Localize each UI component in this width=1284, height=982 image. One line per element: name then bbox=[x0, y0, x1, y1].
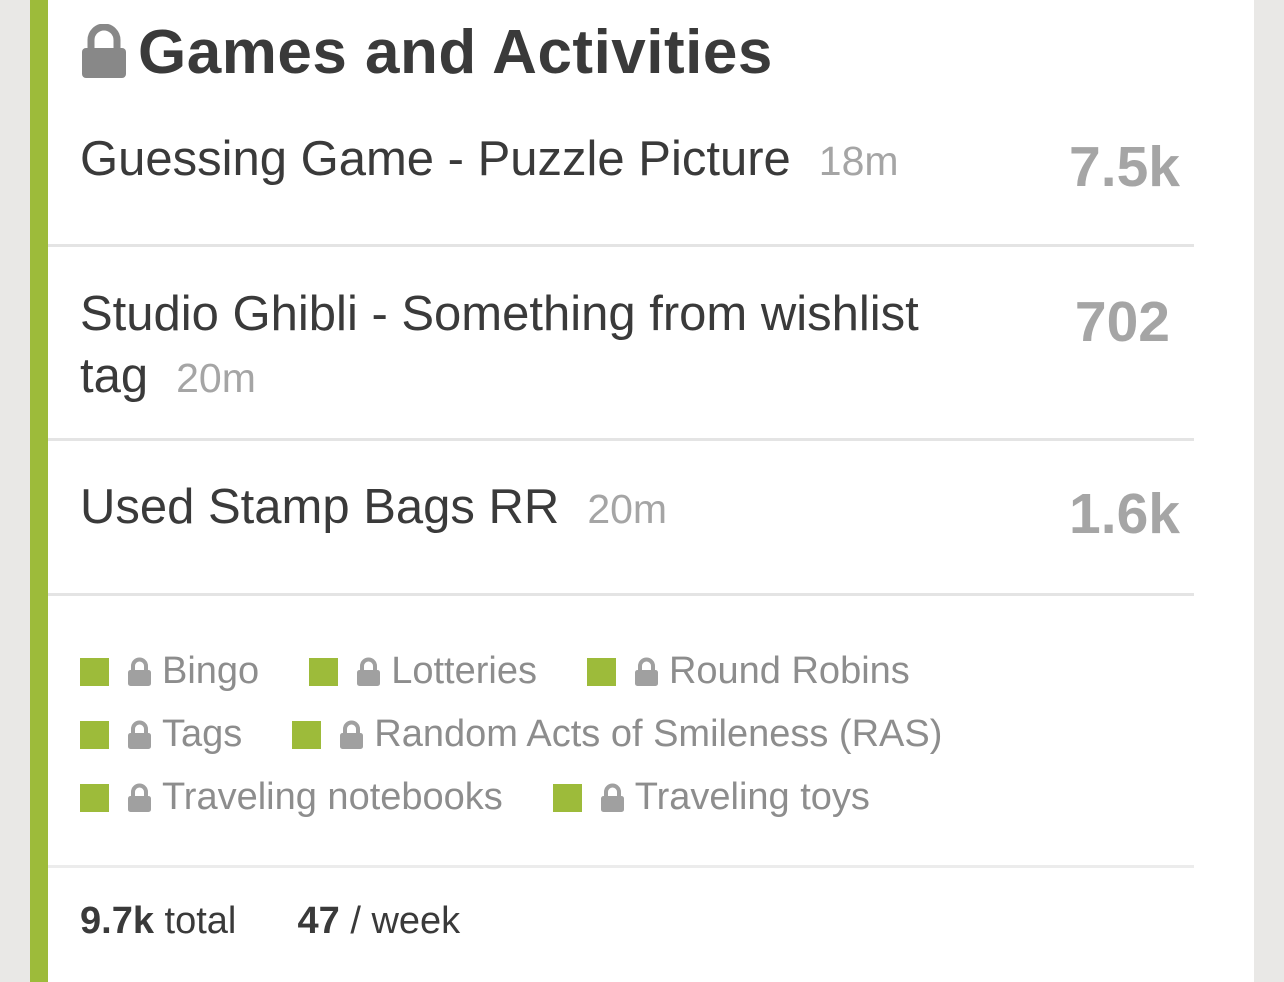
lock-icon bbox=[634, 657, 658, 686]
subcategory-round-robins[interactable]: Round Robins bbox=[586, 650, 910, 693]
lock-icon bbox=[357, 657, 381, 686]
subcategory-list: Bingo Lotteries Round Robins Tags Random… bbox=[80, 640, 1180, 829]
subcategory-label: Tags bbox=[162, 713, 243, 755]
category-color-swatch bbox=[80, 720, 109, 749]
weekly-posts-label: / week bbox=[350, 900, 461, 942]
thread-age: 18m bbox=[818, 138, 899, 184]
category-color-swatch bbox=[80, 657, 109, 686]
lock-icon bbox=[340, 720, 364, 749]
subcategory-traveling-toys[interactable]: Traveling toys bbox=[552, 776, 870, 819]
section-content: Games and Activities Guessing Game - Puz… bbox=[48, 0, 1194, 982]
subcategory-label: Bingo bbox=[162, 650, 260, 692]
thread-row[interactable]: Guessing Game - Puzzle Picture 18m 7.5k bbox=[48, 0, 1194, 247]
subcategory-lotteries[interactable]: Lotteries bbox=[309, 650, 537, 693]
total-posts-label: total bbox=[164, 900, 237, 942]
subcategory-label: Traveling notebooks bbox=[162, 776, 503, 818]
thread-post-count: 1.6k bbox=[1069, 482, 1180, 546]
lock-icon bbox=[128, 720, 151, 749]
divider bbox=[48, 865, 1194, 868]
lock-icon bbox=[128, 783, 151, 812]
subcategory-label: Round Robins bbox=[668, 650, 910, 692]
category-color-swatch bbox=[309, 657, 339, 686]
thread-row[interactable]: Used Stamp Bags RR 20m 1.6k bbox=[48, 441, 1194, 596]
thread-title[interactable]: Used Stamp Bags RR bbox=[80, 480, 559, 534]
lock-icon bbox=[128, 657, 151, 686]
weekly-posts-value: 47 bbox=[297, 900, 340, 942]
thread-post-count: 702 bbox=[1074, 290, 1170, 354]
subcategory-label: Traveling toys bbox=[634, 776, 870, 818]
thread-post-count: 7.5k bbox=[1069, 135, 1180, 199]
total-posts-value: 9.7k bbox=[80, 900, 154, 942]
subcategory-tags[interactable]: Tags bbox=[80, 713, 242, 756]
subcategory-ras[interactable]: Random Acts of Smileness (RAS) bbox=[292, 713, 942, 756]
thread-title[interactable]: Guessing Game - Puzzle Picture bbox=[80, 132, 791, 186]
section-stats: 9.7k total 47 / week bbox=[80, 900, 460, 943]
category-color-swatch bbox=[80, 783, 109, 812]
accent-bar bbox=[30, 0, 48, 982]
subcategory-traveling-notebooks[interactable]: Traveling notebooks bbox=[80, 776, 503, 819]
lock-icon bbox=[600, 783, 624, 812]
subcategory-bingo[interactable]: Bingo bbox=[80, 650, 259, 693]
category-color-swatch bbox=[552, 783, 582, 812]
subcategory-label: Random Acts of Smileness (RAS) bbox=[374, 713, 943, 755]
thread-age: 20m bbox=[587, 486, 668, 532]
category-color-swatch bbox=[292, 720, 322, 749]
category-color-swatch bbox=[586, 657, 616, 686]
thread-row[interactable]: Studio Ghibli - Something from wishlist … bbox=[48, 247, 1194, 441]
subcategory-label: Lotteries bbox=[391, 650, 537, 692]
thread-age: 20m bbox=[176, 355, 256, 401]
